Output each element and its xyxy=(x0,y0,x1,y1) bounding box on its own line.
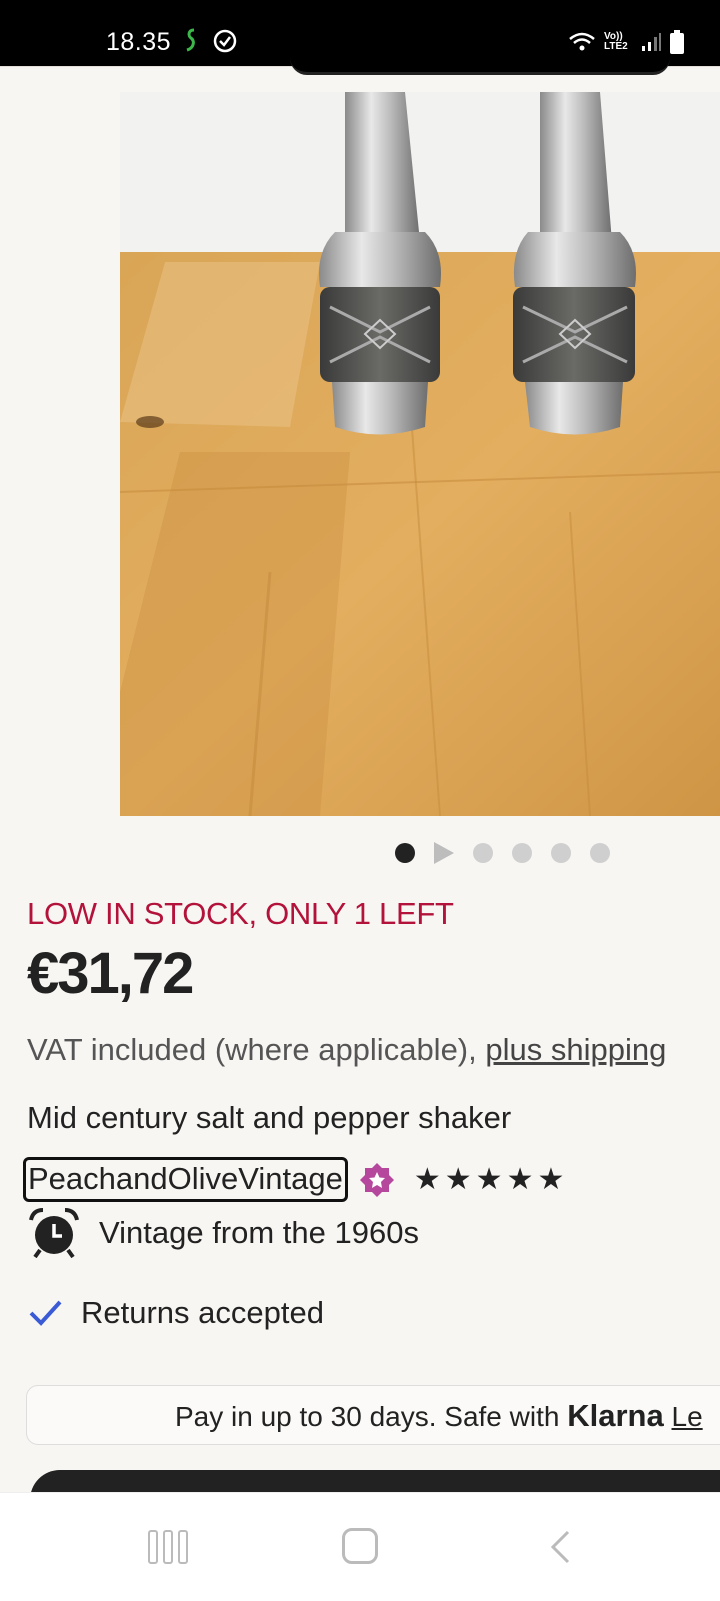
alarm-clock-icon xyxy=(29,1208,79,1259)
back-button-icon[interactable] xyxy=(548,1529,572,1565)
battery-icon xyxy=(670,30,684,54)
shop-row: PeachandOliveVintage ★ ★ ★ ★ ★ xyxy=(23,1157,565,1202)
stock-notice: LOW IN STOCK, ONLY 1 LEFT xyxy=(27,896,454,931)
star-seller-badge-icon xyxy=(359,1162,394,1197)
carousel-dot-3[interactable] xyxy=(473,843,493,863)
star-icon: ★ xyxy=(444,1163,473,1196)
video-play-icon[interactable] xyxy=(434,842,454,864)
carousel-dot-1[interactable] xyxy=(395,843,415,863)
klarna-text: Pay in up to 30 days. Safe with xyxy=(175,1401,568,1432)
price: €31,72 xyxy=(27,941,194,1006)
home-button-icon[interactable] xyxy=(342,1528,378,1564)
star-icon: ★ xyxy=(413,1163,442,1196)
status-time: 18.35 xyxy=(106,28,172,56)
star-icon: ★ xyxy=(506,1163,535,1196)
carousel-dot-6[interactable] xyxy=(590,843,610,863)
checkmark-icon xyxy=(29,1300,62,1326)
app-notification-icon xyxy=(186,28,195,52)
carousel-dot-4[interactable] xyxy=(512,843,532,863)
system-nav-bar xyxy=(0,1492,720,1601)
recents-button-icon[interactable] xyxy=(148,1530,188,1564)
vintage-info: Vintage from the 1960s xyxy=(27,1206,419,1260)
wifi-icon xyxy=(569,32,595,51)
carousel-dot-5[interactable] xyxy=(551,843,571,863)
rating-stars[interactable]: ★ ★ ★ ★ ★ xyxy=(414,1162,566,1197)
shipping-link[interactable]: plus shipping xyxy=(485,1032,666,1067)
klarna-learn-more-link[interactable]: Le xyxy=(672,1401,703,1432)
product-title: Mid century salt and pepper shaker xyxy=(27,1100,512,1135)
returns-label: Returns accepted xyxy=(81,1295,324,1330)
vintage-label: Vintage from the 1960s xyxy=(99,1215,419,1250)
vat-text: VAT included (where applicable), xyxy=(27,1032,486,1067)
signal-icon xyxy=(642,33,661,51)
shop-name-link[interactable]: PeachandOliveVintage xyxy=(23,1157,348,1202)
star-icon: ★ xyxy=(475,1163,504,1196)
klarna-banner[interactable]: Pay in up to 30 days. Safe with Klarna L… xyxy=(26,1385,720,1445)
star-icon: ★ xyxy=(537,1163,566,1196)
product-image[interactable] xyxy=(120,92,720,816)
returns-info: Returns accepted xyxy=(27,1295,324,1331)
vat-info: VAT included (where applicable), plus sh… xyxy=(27,1032,666,1068)
network-label: Vo)) LTE2 xyxy=(604,31,628,52)
sync-check-icon xyxy=(213,29,237,53)
klarna-logo: Klarna xyxy=(567,1398,664,1433)
product-photo xyxy=(120,92,720,816)
image-carousel-indicators[interactable] xyxy=(395,842,610,864)
header-overlay xyxy=(290,58,670,75)
